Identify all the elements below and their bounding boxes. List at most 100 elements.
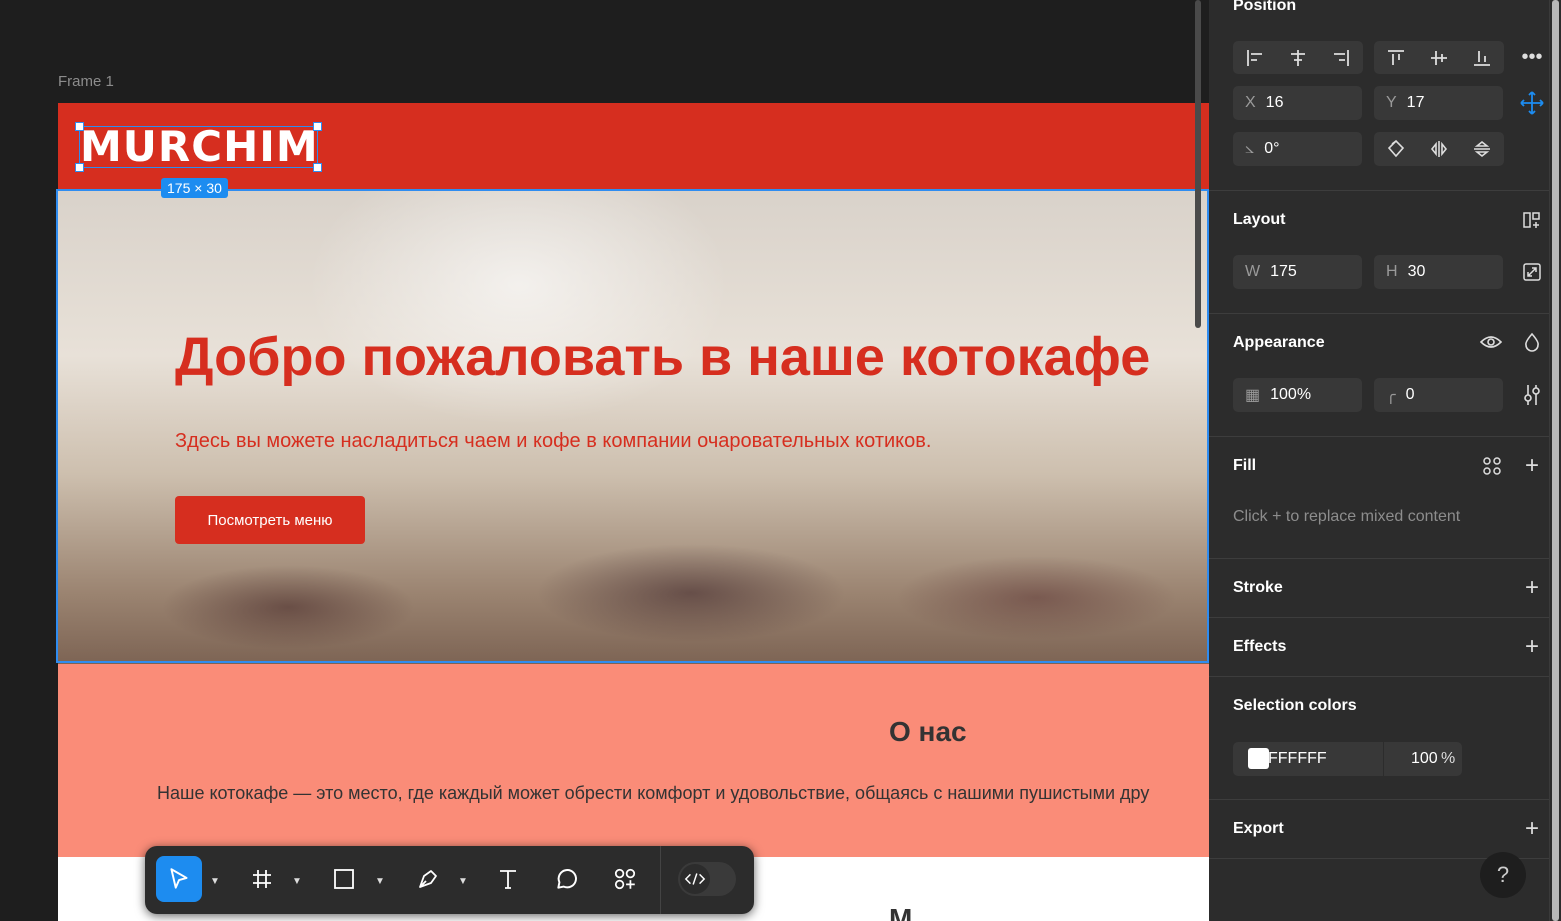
cursor-icon [170,868,188,889]
rectangle-icon [334,869,354,889]
resize-handle-tr[interactable] [313,122,322,131]
about-text[interactable]: Наше котокафе — это место, где каждый мо… [157,783,1149,804]
stroke-title: Stroke [1233,579,1283,596]
divider [1209,799,1549,800]
blend-mode-icon[interactable] [1521,331,1543,353]
frame-icon [253,870,271,888]
canvas-scrollbar[interactable] [1195,0,1201,328]
add-stroke-icon[interactable]: + [1521,574,1543,601]
align-middle-icon[interactable] [1417,41,1460,74]
chevron-down-icon[interactable]: ▼ [458,876,468,887]
w-value[interactable]: 175 [1270,263,1297,281]
color-opacity-value[interactable]: 100 [1411,750,1438,768]
constraints-icon[interactable] [1519,90,1545,116]
help-button[interactable]: ? [1480,852,1526,898]
x-value[interactable]: 16 [1266,94,1284,112]
text-tool[interactable] [485,856,531,902]
add-fill-icon[interactable]: + [1521,452,1543,479]
align-top-icon[interactable] [1374,41,1417,74]
position-title: Position [1233,0,1297,14]
opacity-field[interactable]: ▦ 100% [1233,378,1362,412]
color-hex-value[interactable]: FFFFFF [1268,750,1327,768]
y-value[interactable]: 17 [1407,94,1425,112]
x-field[interactable]: X 16 [1233,86,1362,120]
corner-radius-field[interactable]: ╭ 0 [1374,378,1503,412]
divider [1209,676,1549,677]
rotation-field[interactable]: ⦣ 0° [1233,132,1362,166]
chevron-down-icon[interactable]: ▼ [292,876,302,887]
about-title[interactable]: О нас [889,716,967,748]
more-icon[interactable]: ••• [1519,45,1545,69]
canvas[interactable]: Frame 1 MURCHIM Добро пожаловать в наше … [0,0,1209,921]
divider [1209,313,1549,314]
add-export-icon[interactable]: + [1521,815,1543,842]
resize-handle-br[interactable] [313,163,322,172]
rotate-icon[interactable] [1374,132,1417,165]
width-field[interactable]: W 175 [1233,255,1362,289]
toolbar-divider [660,846,661,914]
radius-value[interactable]: 0 [1406,386,1415,404]
actions-tool[interactable] [602,856,648,902]
resize-to-fit-icon[interactable] [1521,261,1543,283]
field-divider [1383,742,1384,776]
rotation-icon: ⦣ [1245,140,1255,157]
bottom-toolbar: ▼ ▼ ▼ ▼ [145,846,754,914]
h-value[interactable]: 30 [1408,263,1426,281]
scroll-thumb[interactable] [1552,0,1559,921]
chevron-down-icon[interactable]: ▼ [210,876,220,887]
move-tool[interactable] [156,856,202,902]
selection-colors-title: Selection colors [1233,697,1357,714]
divider [1209,436,1549,437]
individual-corners-icon[interactable] [1521,383,1543,407]
color-swatch[interactable] [1248,748,1269,769]
appearance-title: Appearance [1233,334,1325,351]
percent-label: % [1441,750,1456,767]
flip-vertical-icon[interactable] [1461,132,1504,165]
w-label: W [1245,263,1261,280]
properties-panel: Position ••• X 16 Y 17 ⦣ 0° Layout W 175 [1209,0,1549,921]
pen-tool[interactable] [405,856,451,902]
fill-hint: Click + to replace mixed content [1233,508,1461,525]
divider [1209,617,1549,618]
resize-handle-tl[interactable] [75,122,84,131]
rectangle-tool[interactable] [321,856,367,902]
align-right-icon[interactable] [1320,41,1363,74]
frame-tool[interactable] [239,856,285,902]
panel-scrollbar[interactable] [1549,0,1561,921]
menu-section-title[interactable]: М [889,903,912,921]
y-label: Y [1386,94,1397,111]
align-left-icon[interactable] [1233,41,1276,74]
hover-outline [56,189,1209,663]
x-label: X [1245,94,1256,111]
layout-title: Layout [1233,211,1286,228]
chevron-down-icon[interactable]: ▼ [375,876,385,887]
dev-mode-toggle[interactable] [678,862,736,896]
styles-icon[interactable] [1481,455,1503,477]
about-section[interactable]: О нас Наше котокафе — это место, где каж… [58,664,1209,857]
transform-group [1374,132,1504,166]
divider [1209,190,1549,191]
rotation-value[interactable]: 0° [1264,140,1279,158]
horizontal-align-group [1233,41,1363,74]
pen-icon [419,870,437,888]
eye-icon[interactable] [1479,331,1503,353]
add-effect-icon[interactable]: + [1521,633,1543,660]
y-field[interactable]: Y 17 [1374,86,1503,120]
flip-horizontal-icon[interactable] [1417,132,1460,165]
opacity-value[interactable]: 100% [1270,386,1311,404]
comment-icon [557,869,577,889]
frame-label[interactable]: Frame 1 [58,73,114,90]
export-title: Export [1233,820,1284,837]
selection-size-badge: 175 × 30 [161,178,228,198]
resize-handle-bl[interactable] [75,163,84,172]
divider [1209,558,1549,559]
effects-title: Effects [1233,638,1287,655]
height-field[interactable]: H 30 [1374,255,1503,289]
selection-box[interactable] [75,122,322,172]
code-icon [680,864,710,894]
corner-radius-icon: ╭ [1386,387,1396,404]
auto-layout-icon[interactable] [1521,209,1543,231]
comment-tool[interactable] [544,856,590,902]
align-bottom-icon[interactable] [1461,41,1504,74]
align-center-h-icon[interactable] [1276,41,1319,74]
